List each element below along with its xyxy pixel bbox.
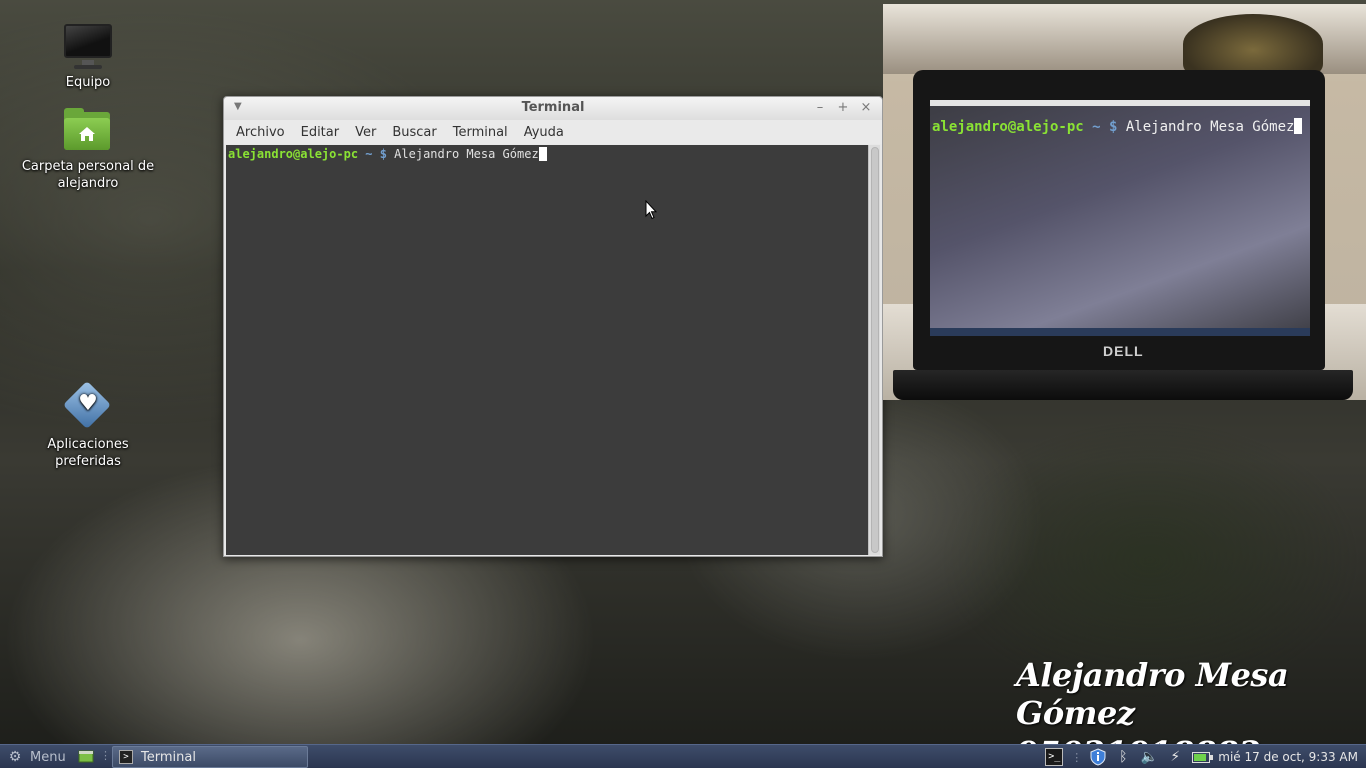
desktop-icon-equipo[interactable]: Equipo	[13, 22, 163, 91]
menu-label: Menu	[30, 749, 66, 765]
command-text: Alejandro Mesa Gómez	[394, 147, 539, 161]
volume-icon[interactable]: 🔈	[1140, 748, 1158, 766]
maximize-icon[interactable]: +	[835, 100, 851, 115]
menu-editar[interactable]: Editar	[293, 125, 348, 140]
laptop-photo: alejandro@alejo-pc ~ $ Alejandro Mesa Gó…	[913, 70, 1325, 370]
prompt-user: alejandro@alejo-pc	[228, 147, 359, 161]
computer-icon	[62, 22, 114, 70]
terminal-icon: >	[119, 750, 133, 764]
network-icon[interactable]: ⚡	[1166, 748, 1184, 766]
bottom-panel: ⚙ Menu ⋮ > Terminal >_ ⋮ ᛒ 🔈 ⚡ mié 17 de…	[0, 744, 1366, 768]
menu-archivo[interactable]: Archivo	[228, 125, 293, 140]
laptop-brand-logo: DELL	[1103, 343, 1144, 359]
webcam-prompt-path: ~ $	[1083, 119, 1126, 135]
text-cursor	[538, 147, 547, 161]
terminal-menubar: Archivo Editar Ver Buscar Terminal Ayuda	[224, 120, 882, 144]
panel-launcher-files[interactable]	[78, 748, 94, 766]
minimize-icon[interactable]: –	[812, 100, 828, 115]
menu-button[interactable]: ⚙ Menu	[6, 747, 66, 767]
terminal-output[interactable]: alejandro@alejo-pc ~ $ Alejandro Mesa Gó…	[226, 145, 868, 555]
menu-terminal[interactable]: Terminal	[445, 125, 516, 140]
clock[interactable]: mié 17 de oct, 9:33 AM	[1218, 750, 1358, 764]
taskbar-terminal[interactable]: > Terminal	[112, 746, 308, 768]
tray-terminal-icon[interactable]: >_	[1045, 748, 1064, 766]
system-tray: >_ ⋮ ᛒ 🔈 ⚡ mié 17 de oct, 9:33 AM	[1045, 747, 1358, 767]
window-titlebar[interactable]: ▼ Terminal – + ×	[224, 97, 882, 120]
home-folder-icon	[62, 106, 114, 154]
window-title: Terminal	[521, 100, 585, 115]
taskbar-label: Terminal	[141, 749, 196, 765]
bluetooth-icon[interactable]: ᛒ	[1114, 748, 1132, 766]
menu-ayuda[interactable]: Ayuda	[516, 125, 572, 140]
shield-icon[interactable]	[1090, 748, 1106, 766]
webcam-overlay: alejandro@alejo-pc ~ $ Alejandro Mesa Gó…	[883, 4, 1366, 400]
close-icon[interactable]: ×	[858, 100, 874, 115]
desktop-icon-label: Carpeta personal de alejandro	[21, 159, 155, 191]
gear-icon: ⚙	[8, 749, 22, 765]
webcam-command-text: Alejandro Mesa Gómez	[1125, 119, 1295, 135]
tray-separator: ⋮	[1071, 750, 1083, 764]
battery-icon[interactable]	[1192, 751, 1214, 763]
preferred-apps-icon: ♥	[62, 380, 114, 432]
panel-separator: ⋮	[100, 749, 111, 762]
desktop-icon-preferred-apps[interactable]: ♥ Aplicaciones preferidas	[13, 380, 163, 470]
mouse-pointer-icon	[645, 200, 657, 220]
scrollbar-thumb[interactable]	[871, 147, 879, 553]
prompt-path: ~ $	[358, 147, 395, 161]
webcam-prompt-user: alejandro@alejo-pc	[932, 119, 1084, 135]
terminal-scrollbar[interactable]	[868, 145, 880, 555]
terminal-window[interactable]: ▼ Terminal – + × Archivo Editar Ver Busc…	[223, 96, 883, 557]
desktop-icon-label: Equipo	[65, 75, 111, 90]
desktop-icon-label: Aplicaciones preferidas	[47, 437, 129, 469]
menu-ver[interactable]: Ver	[347, 125, 384, 140]
signature-name: Alejandro Mesa Gómez	[1016, 656, 1289, 732]
desktop-icon-home-folder[interactable]: Carpeta personal de alejandro	[13, 106, 163, 192]
menu-buscar[interactable]: Buscar	[384, 125, 444, 140]
file-manager-icon	[78, 750, 94, 763]
